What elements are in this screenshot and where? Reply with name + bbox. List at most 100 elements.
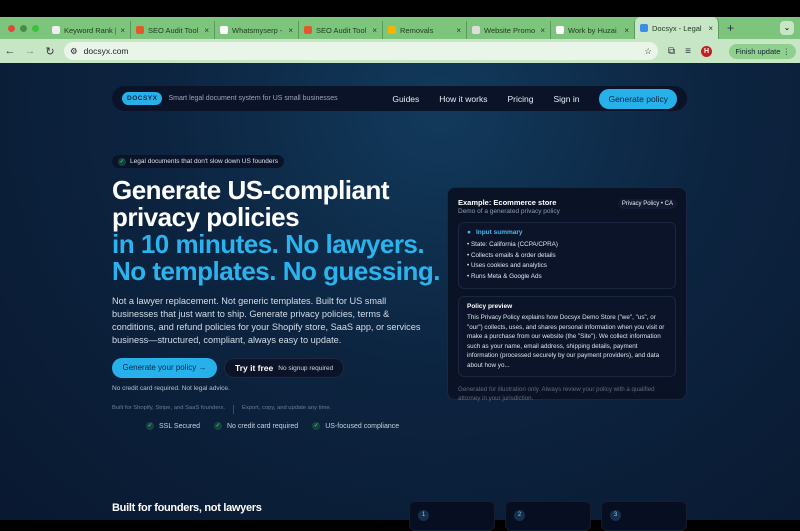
example-card: Example: Ecommerce store Demo of a gener… xyxy=(447,187,687,400)
browser-tab[interactable]: Work by Huzai × xyxy=(551,21,635,39)
badge-no-card: ✓ No credit card required xyxy=(214,422,298,430)
browser-tab[interactable]: Website Promo × xyxy=(467,21,551,39)
nav-guides[interactable]: Guides xyxy=(392,94,419,104)
back-icon[interactable]: ← xyxy=(0,45,20,57)
favicon-icon xyxy=(52,26,60,34)
profile-avatar[interactable]: H xyxy=(701,46,712,57)
nav-sign-in[interactable]: Sign in xyxy=(553,94,579,104)
favicon-icon xyxy=(388,26,396,34)
badge-label: SSL Secured xyxy=(159,423,200,430)
nav-pricing[interactable]: Pricing xyxy=(507,94,533,104)
close-tab-icon[interactable]: × xyxy=(288,26,293,35)
step-number: 1 xyxy=(418,510,429,521)
hero-pill-text: Legal documents that don't slow down US … xyxy=(130,158,278,165)
screen-top xyxy=(0,0,800,17)
check-icon: ✓ xyxy=(312,422,320,430)
check-icon: ✓ xyxy=(118,158,126,166)
close-tab-icon[interactable]: × xyxy=(708,24,713,33)
summary-item: • Runs Meta & Google Ads xyxy=(467,272,667,283)
try-it-free-button[interactable]: Try it free No signup required xyxy=(224,358,344,378)
step-card: 3 xyxy=(601,501,687,531)
maximize-window-button[interactable] xyxy=(32,25,39,32)
card-subtitle: Demo of a generated privacy policy xyxy=(458,208,676,215)
badge-label: US-focused compliance xyxy=(325,423,399,430)
trust-badges: ✓ SSL Secured ✓ No credit card required ✓ U… xyxy=(146,422,399,430)
tab-search-button[interactable]: ⌄ xyxy=(780,21,794,35)
tab-title: Website Promo xyxy=(484,26,536,35)
new-tab-button[interactable]: + xyxy=(719,21,742,35)
check-icon: ✓ xyxy=(214,422,222,430)
hero-note: No credit card required. Not legal advic… xyxy=(112,385,230,392)
title-line: Generate US-compliant xyxy=(112,177,440,204)
close-tab-icon[interactable]: × xyxy=(456,26,461,35)
subnote: Export, copy, and update any time. xyxy=(242,405,331,414)
step-number: 2 xyxy=(514,510,525,521)
finish-update-label: Finish update xyxy=(735,47,780,56)
close-tab-icon[interactable]: × xyxy=(120,26,125,35)
finish-update-button[interactable]: Finish update ⋮ xyxy=(729,44,796,59)
site-info-icon[interactable]: ⚙ xyxy=(70,46,78,57)
policy-preview: Policy preview This Privacy Policy expla… xyxy=(458,296,676,377)
section-title: Built for founders, not lawyers xyxy=(112,502,262,514)
tab-title: SEO Audit Tool xyxy=(148,26,200,35)
hero-title: Generate US-compliant privacy policies i… xyxy=(112,177,440,285)
badge-label: No credit card required xyxy=(227,423,298,430)
tab-title: Removals xyxy=(400,26,452,35)
favicon-icon xyxy=(640,24,648,32)
hero-pill: ✓ Legal documents that don't slow down U… xyxy=(112,155,284,168)
step-card: 1 xyxy=(409,501,495,531)
generate-policy-button[interactable]: Generate policy xyxy=(599,89,677,109)
tab-title: SEO Audit Tool xyxy=(316,26,368,35)
input-summary: ●Input summary • State: California (CCPA… xyxy=(458,222,676,289)
summary-item: • Collects emails & order details xyxy=(467,251,667,262)
minimize-window-button[interactable] xyxy=(20,25,27,32)
browser-toolbar: ← → ↻ ⚙ docsyx.com ☆ ⧉ ≡ H Finish update… xyxy=(0,39,800,63)
forward-icon[interactable]: → xyxy=(20,45,40,57)
close-window-button[interactable] xyxy=(8,25,15,32)
browser-tab[interactable]: SEO Audit Tool × xyxy=(131,21,215,39)
window-controls xyxy=(0,25,47,32)
step-number: 3 xyxy=(610,510,621,521)
media-icon[interactable]: ≡ xyxy=(685,46,691,57)
page: DOCSYX Smart legal document system for U… xyxy=(0,63,800,520)
hero-lead: Not a lawyer replacement. Not generic te… xyxy=(112,295,422,347)
close-tab-icon[interactable]: × xyxy=(540,26,545,35)
url-text: docsyx.com xyxy=(84,46,645,56)
tab-title: Docsyx - Legal xyxy=(652,24,704,33)
favicon-icon xyxy=(136,26,144,34)
browser-tab[interactable]: Whatsmyserp -× xyxy=(215,21,299,39)
nav-how-it-works[interactable]: How it works xyxy=(439,94,487,104)
favicon-icon xyxy=(304,26,312,34)
close-tab-icon[interactable]: × xyxy=(624,26,629,35)
browser-tab[interactable]: Removals × xyxy=(383,21,467,39)
browser-tab[interactable]: SEO Audit Tool × xyxy=(299,21,383,39)
badge-us-compliance: ✓ US-focused compliance xyxy=(312,422,399,430)
address-bar[interactable]: ⚙ docsyx.com ☆ xyxy=(64,42,658,60)
title-line-accent: in 10 minutes. No lawyers. xyxy=(112,231,440,258)
try-free-label: Try it free xyxy=(235,363,273,373)
summary-item: • Uses cookies and analytics xyxy=(467,261,667,272)
subnote: Built for Shopify, Stripe, and SaaS foun… xyxy=(112,405,225,414)
tab-title: Keyword Rank | xyxy=(64,26,116,35)
badge-ssl: ✓ SSL Secured xyxy=(146,422,200,430)
card-tag: Privacy Policy • CA xyxy=(618,199,677,209)
close-tab-icon[interactable]: × xyxy=(204,26,209,35)
generate-your-policy-button[interactable]: Generate your policy → xyxy=(112,358,217,378)
title-line-accent: No templates. No guessing. xyxy=(112,258,440,285)
no-signup-note: No signup required xyxy=(278,365,333,372)
favicon-icon xyxy=(556,26,564,34)
tab-title: Work by Huzai xyxy=(568,26,620,35)
site-nav: DOCSYX Smart legal document system for U… xyxy=(112,86,687,111)
preview-title: Policy preview xyxy=(467,303,667,310)
card-disclaimer: Generated for illustration only. Always … xyxy=(458,385,676,403)
extensions-icon[interactable]: ⧉ xyxy=(668,46,675,57)
browser-tab[interactable]: Docsyx - Legal × xyxy=(635,17,719,39)
close-tab-icon[interactable]: × xyxy=(372,26,377,35)
logo[interactable]: DOCSYX xyxy=(122,92,162,105)
favicon-icon xyxy=(220,26,228,34)
summary-item: • State: California (CCPA/CPRA) xyxy=(467,240,667,251)
check-icon: ✓ xyxy=(146,422,154,430)
reload-icon[interactable]: ↻ xyxy=(40,45,60,58)
bookmark-star-icon[interactable]: ☆ xyxy=(644,46,652,57)
browser-tab[interactable]: Keyword Rank | × xyxy=(47,21,131,39)
